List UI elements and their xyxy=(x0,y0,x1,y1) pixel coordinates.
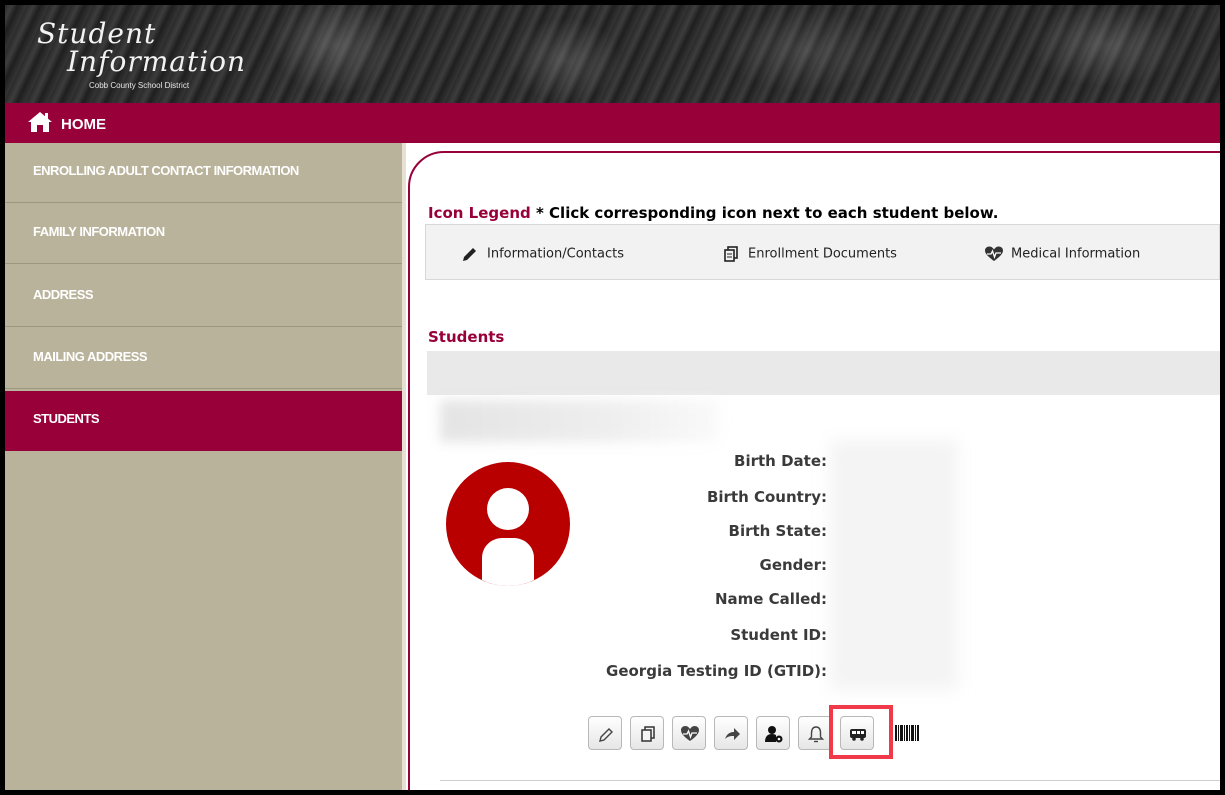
header-banner: Student Information Cobb County School D… xyxy=(5,5,1220,103)
sidebar-item-enrolling-adult-contact-information[interactable]: ENROLLING ADULT CONTACT INFORMATION xyxy=(5,143,402,203)
logo-subtitle: Cobb County School District xyxy=(89,81,190,90)
field-label-birth-country: Birth Country: xyxy=(706,488,827,506)
medical-information-button[interactable] xyxy=(672,716,706,750)
withdraw-button[interactable] xyxy=(714,716,748,750)
students-section-title: Students xyxy=(428,328,505,346)
arrow-right-icon xyxy=(725,728,740,740)
legend-instruction: * Click corresponding icon next to each … xyxy=(535,204,999,222)
user-settings-icon xyxy=(765,726,783,743)
sidebar-item-label: MAILING ADDRESS xyxy=(33,349,148,364)
field-label-gtid: Georgia Testing ID (GTID): xyxy=(606,662,827,680)
user-settings-button[interactable] xyxy=(756,716,790,750)
home-icon[interactable] xyxy=(27,111,53,133)
student-name-redacted xyxy=(440,400,720,442)
field-label-student-id: Student ID: xyxy=(730,626,827,644)
sidebar: ENROLLING ADULT CONTACT INFORMATION FAMI… xyxy=(5,143,402,790)
documents-icon xyxy=(641,726,655,742)
student-values-redacted xyxy=(830,440,958,690)
field-label-name-called: Name Called: xyxy=(714,590,827,608)
sidebar-item-label: FAMILY INFORMATION xyxy=(33,224,165,239)
bell-icon xyxy=(807,726,825,743)
legend-title: Icon Legend * Click corresponding icon n… xyxy=(428,204,998,222)
pencil-icon xyxy=(599,728,613,742)
legend-label: Medical Information xyxy=(1011,246,1141,262)
legend-label: Information/Contacts xyxy=(487,246,624,262)
legend-item-medical-information: Medical Information xyxy=(985,246,1140,262)
sidebar-item-address[interactable]: ADDRESS xyxy=(5,267,402,327)
student-avatar xyxy=(446,462,570,586)
legend-item-information-contacts: Information/Contacts xyxy=(461,246,624,262)
sidebar-item-label: ENROLLING ADULT CONTACT INFORMATION xyxy=(33,163,299,178)
edit-information-button[interactable] xyxy=(588,716,622,750)
documents-icon xyxy=(724,246,738,262)
barcode-icon[interactable] xyxy=(895,725,921,741)
sidebar-item-mailing-address[interactable]: MAILING ADDRESS xyxy=(5,329,402,389)
legend-item-enrollment-documents: Enrollment Documents xyxy=(722,246,897,262)
heartbeat-icon xyxy=(681,726,699,741)
sidebar-item-label: ADDRESS xyxy=(33,287,94,302)
sidebar-divider xyxy=(402,143,406,790)
sidebar-item-label: STUDENTS xyxy=(33,411,100,426)
pencil-icon xyxy=(463,248,476,261)
logo-title-line2: Information xyxy=(67,45,247,78)
home-link[interactable]: HOME xyxy=(61,116,106,133)
field-label-birth-state: Birth State: xyxy=(728,522,827,540)
student-card-divider xyxy=(440,780,1220,781)
field-label-birth-date: Birth Date: xyxy=(734,452,827,470)
sidebar-item-family-information[interactable]: FAMILY INFORMATION xyxy=(5,204,402,264)
sidebar-item-students[interactable]: STUDENTS xyxy=(5,391,402,451)
enrollment-documents-button[interactable] xyxy=(630,716,664,750)
home-bar: HOME xyxy=(5,103,1220,143)
field-label-gender: Gender: xyxy=(759,556,827,574)
notifications-button[interactable] xyxy=(798,716,832,750)
heartbeat-icon xyxy=(985,246,1003,261)
legend-heading: Icon Legend xyxy=(428,204,531,222)
legend-label: Enrollment Documents xyxy=(748,246,897,262)
students-header-band xyxy=(427,351,1220,395)
bus-icon-highlight-box xyxy=(829,705,893,759)
